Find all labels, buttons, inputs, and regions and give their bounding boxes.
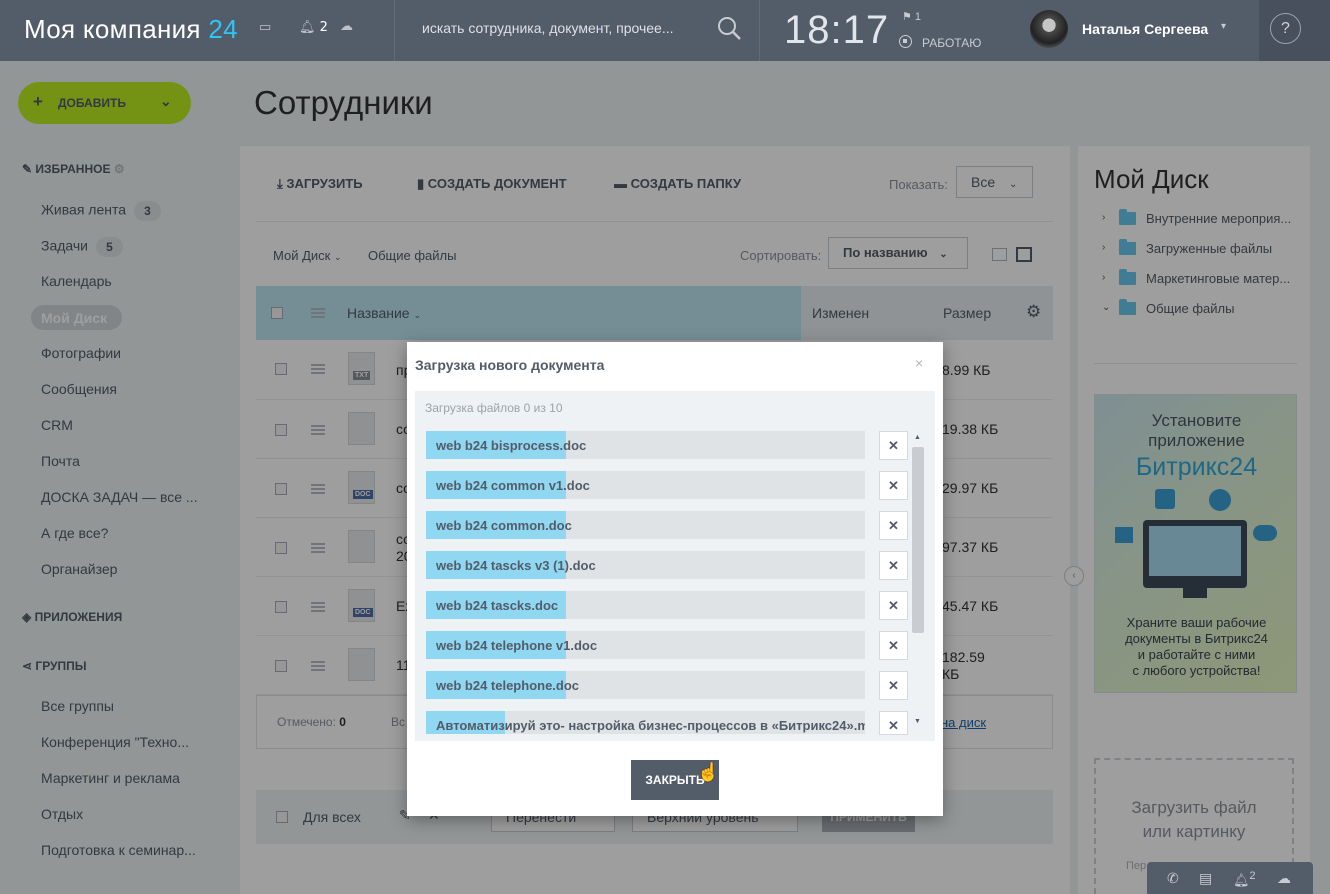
cloud-icon[interactable]: ☁	[1277, 870, 1291, 887]
divider	[759, 0, 760, 61]
file-upload-row: Автоматизируй это- настройка бизнес-проц…	[426, 711, 865, 734]
work-status[interactable]: РАБОТАЮ	[922, 36, 981, 50]
file-upload-row: web b24 tascks.doc	[426, 591, 865, 619]
stop-icon[interactable]	[899, 35, 912, 48]
chat-icon[interactable]: ▭	[259, 20, 271, 35]
notification-count: 2	[319, 20, 328, 35]
file-upload-row: web b24 tascks v3 (1).doc	[426, 551, 865, 579]
file-upload-row: web b24 common v1.doc	[426, 471, 865, 499]
file-upload-row: web b24 telephone.doc	[426, 671, 865, 699]
file-upload-name: web b24 tascks.doc	[436, 598, 559, 613]
divider	[394, 0, 395, 61]
notification-count: 2	[1249, 870, 1256, 882]
remove-file-button[interactable]: ✕	[879, 591, 908, 620]
file-upload-name: web b24 common.doc	[436, 518, 572, 533]
remove-file-button[interactable]: ✕	[879, 431, 908, 460]
scroll-down-icon[interactable]: ▼	[914, 718, 921, 725]
remove-file-button[interactable]: ✕	[879, 551, 908, 580]
company-logo[interactable]: Моя компания 24	[24, 14, 238, 45]
file-upload-name: web b24 telephone v1.doc	[436, 638, 598, 653]
phone-icon[interactable]: ✆	[1167, 870, 1179, 887]
chevron-down-icon[interactable]: ▾	[1221, 21, 1226, 32]
cloud-icon[interactable]: ☁	[340, 19, 353, 34]
search-icon[interactable]	[716, 15, 741, 40]
upload-count: Загрузка файлов 0 из 10	[425, 401, 563, 415]
remove-file-button[interactable]: ✕	[879, 671, 908, 700]
flag-icon[interactable]: ⚑ 1	[902, 10, 921, 23]
chat-icon[interactable]: ▤	[1199, 870, 1212, 887]
file-upload-name: web b24 tascks v3 (1).doc	[436, 558, 596, 573]
avatar[interactable]	[1030, 10, 1068, 48]
clock[interactable]: 18:17	[784, 8, 889, 53]
flag-count: 1	[914, 11, 922, 23]
help-button[interactable]: ?	[1270, 13, 1301, 44]
file-upload-name: web b24 common v1.doc	[436, 478, 590, 493]
file-upload-row: web b24 telephone v1.doc	[426, 631, 865, 659]
remove-file-button[interactable]: ✕	[879, 711, 908, 735]
search-input[interactable]: искать сотрудника, документ, прочее...	[422, 20, 674, 36]
remove-file-button[interactable]: ✕	[879, 511, 908, 540]
file-upload-row: web b24 common.doc	[426, 511, 865, 539]
bell-icon[interactable]: 🔔︎2	[1233, 870, 1256, 888]
scroll-up-icon[interactable]: ▲	[914, 434, 921, 441]
cursor-icon: ☝	[697, 762, 720, 782]
scrollbar[interactable]	[912, 447, 924, 633]
dialog-title: Загрузка нового документа	[415, 357, 605, 373]
bottom-toolbar: ✆ ▤ 🔔︎2 ☁	[1147, 862, 1313, 894]
bell-icon[interactable]: 🔔︎ 2	[299, 20, 328, 35]
file-upload-row: web b24 bisprocess.doc	[426, 431, 865, 459]
remove-file-button[interactable]: ✕	[879, 631, 908, 660]
user-name[interactable]: Наталья Сергеева	[1082, 21, 1208, 37]
file-upload-name: web b24 telephone.doc	[436, 678, 580, 693]
file-upload-name: web b24 bisprocess.doc	[436, 438, 587, 453]
remove-file-button[interactable]: ✕	[879, 471, 908, 500]
file-upload-name: Автоматизируй это- настройка бизнес-проц…	[436, 718, 865, 733]
close-icon[interactable]: ×	[915, 355, 923, 371]
